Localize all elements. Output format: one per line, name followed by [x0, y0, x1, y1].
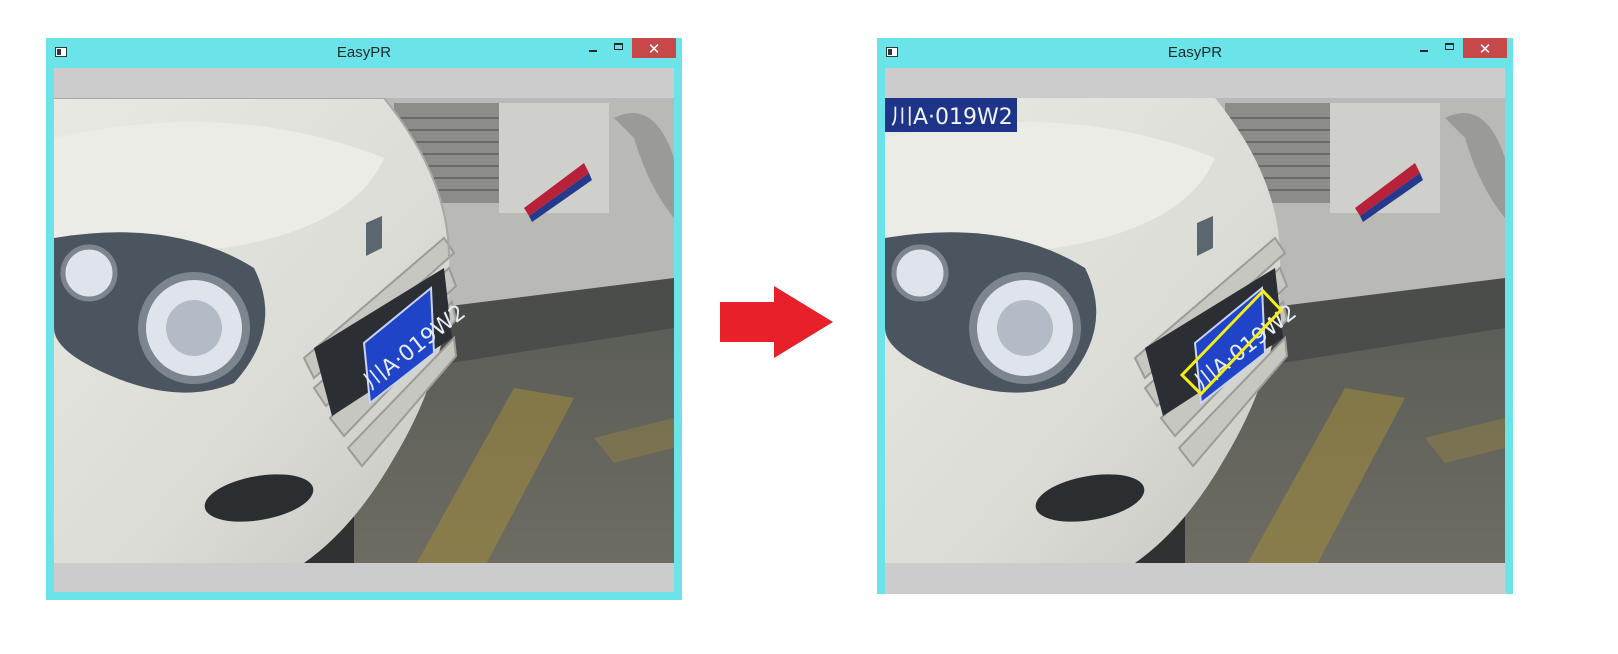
car-photo-with-detection: 川A·019W2 川A·019W2	[885, 98, 1505, 563]
right-window: EasyPR ✕ 川A·019W2 川A·019W2	[877, 38, 1513, 594]
recognized-plate-text: 川A·019W2	[891, 105, 1013, 130]
car-photo: 川A·019W2	[54, 98, 674, 563]
maximize-button[interactable]	[1437, 38, 1463, 58]
left-window-titlebar[interactable]: EasyPR ✕	[46, 38, 682, 68]
right-window-client-area: 川A·019W2 川A·019W2	[885, 68, 1505, 594]
minimize-button[interactable]	[580, 38, 606, 58]
left-window-client-area: 川A·019W2	[54, 68, 674, 592]
minimize-icon	[589, 50, 597, 52]
right-window-titlebar[interactable]: EasyPR ✕	[877, 38, 1513, 68]
minimize-button[interactable]	[1411, 38, 1437, 58]
recognized-plate-thumbnail: 川A·019W2	[885, 98, 1017, 132]
maximize-button[interactable]	[606, 38, 632, 58]
left-window: EasyPR ✕ 川A·019W2	[46, 38, 682, 600]
maximize-icon	[614, 43, 623, 50]
close-button[interactable]: ✕	[632, 38, 676, 58]
close-icon: ✕	[647, 40, 661, 58]
maximize-icon	[1445, 43, 1454, 50]
close-button[interactable]: ✕	[1463, 38, 1507, 58]
minimize-icon	[1420, 50, 1428, 52]
right-arrow-icon	[720, 286, 833, 358]
close-icon: ✕	[1478, 40, 1492, 58]
